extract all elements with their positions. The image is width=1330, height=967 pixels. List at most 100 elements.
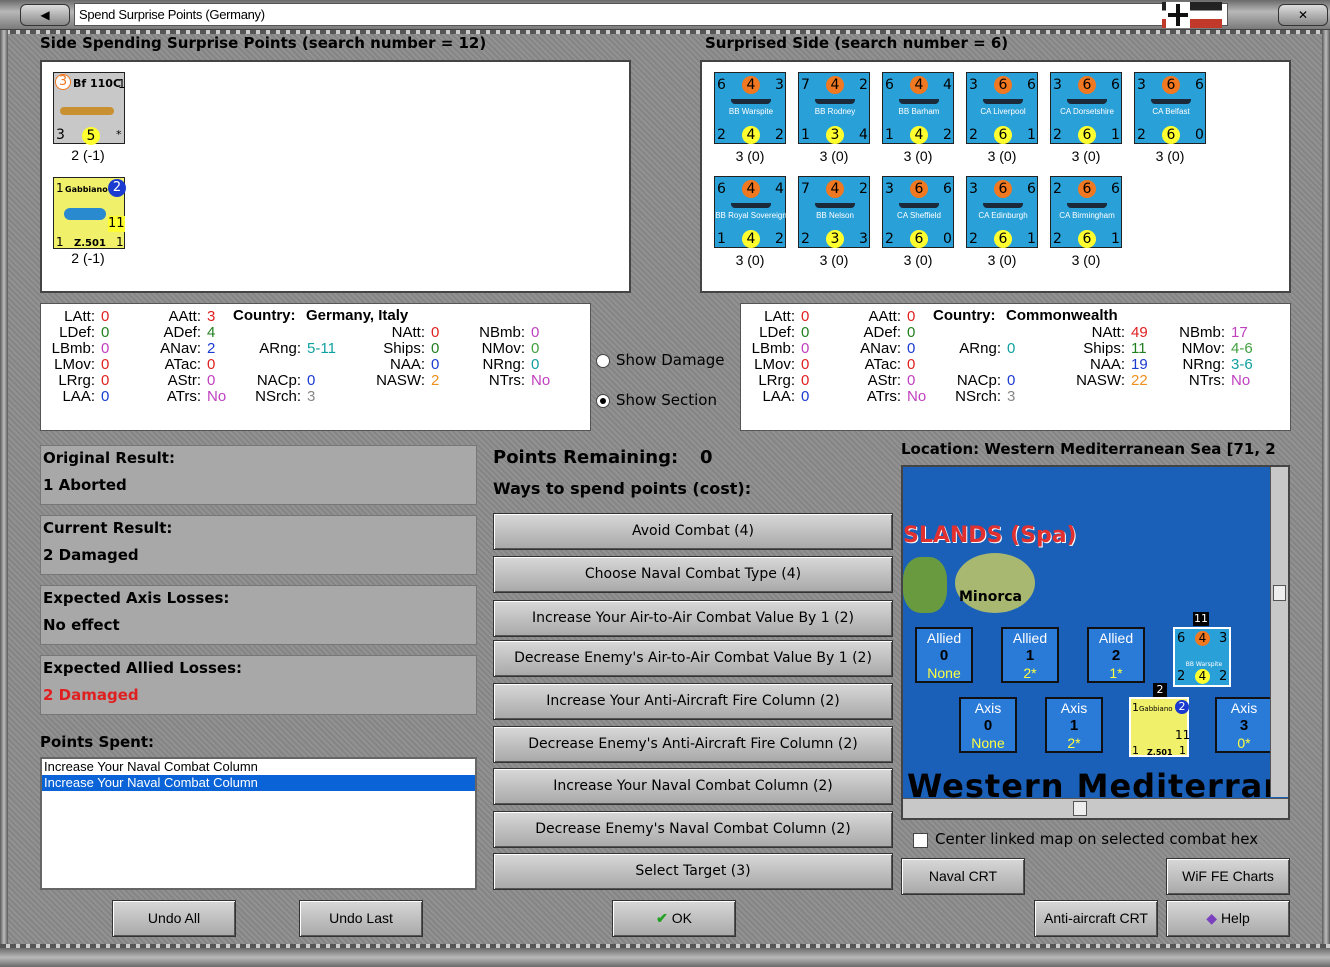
ship-value: 1 bbox=[1027, 127, 1036, 143]
stat-value-nsrch: 3 bbox=[307, 388, 316, 405]
stat-value-arng: 0 bbox=[1007, 340, 1016, 357]
stat-value-atrs: No bbox=[907, 388, 927, 405]
ok-button[interactable]: ✔ OK bbox=[612, 900, 736, 937]
stat-value-naa: 0 bbox=[431, 356, 440, 373]
ship-counter[interactable]: 3 6 6 CA Dorsetshire 2 6 1 bbox=[1050, 72, 1122, 144]
stat-label-lbmb: LBmb: bbox=[751, 340, 795, 357]
allied-combat-box[interactable]: Allied 2 1* bbox=[1087, 627, 1145, 683]
help-button[interactable]: ◆ Help bbox=[1166, 900, 1290, 937]
country-value: Commonwealth bbox=[1006, 307, 1118, 324]
stat-value-anav: 0 bbox=[907, 340, 916, 357]
system-menu-button[interactable]: ◀ bbox=[20, 4, 70, 26]
close-button[interactable]: ✕ bbox=[1278, 4, 1328, 26]
ship-counter[interactable]: 7 4 2 BB Nelson 2 3 3 bbox=[798, 176, 870, 248]
ship-counter[interactable]: 7 4 2 BB Rodney 1 3 4 bbox=[798, 72, 870, 144]
ship-silhouette-icon bbox=[731, 203, 771, 208]
map-ship-counter[interactable]: 6 4 3 BB Warspite 2 4 2 bbox=[1173, 627, 1231, 687]
action-button-1[interactable]: Avoid Combat (4) bbox=[493, 513, 893, 550]
map-vertical-scrollbar[interactable] bbox=[1270, 467, 1288, 797]
ship-value: 2 bbox=[801, 231, 810, 247]
list-item[interactable]: Increase Your Naval Combat Column bbox=[42, 759, 475, 775]
stat-label-nacp: NACp: bbox=[256, 372, 301, 389]
unit-strength: 3 (0) bbox=[1155, 148, 1185, 164]
unit-strength: 2 (-1) bbox=[71, 147, 105, 163]
stat-value-atac: 0 bbox=[207, 356, 216, 373]
anti-aircraft-crt-button[interactable]: Anti-aircraft CRT bbox=[1034, 900, 1158, 937]
enemy-units-panel[interactable]: 6 4 3 BB Warspite 2 4 2 3 (0) 7 4 2 BB Rodney 1 3 4 3 (… bbox=[700, 60, 1291, 293]
stat-value-latt: 0 bbox=[801, 308, 810, 325]
ship-value: 6 bbox=[1111, 77, 1120, 93]
axis-combat-box[interactable]: Axis 3 0* bbox=[1215, 697, 1273, 753]
own-units-panel[interactable]: 3 Bf 110C 1 3 5 * 2 (-1) 1 Gabbiano 2 11… bbox=[40, 60, 631, 293]
wif-fe-charts-button[interactable]: WiF FE Charts bbox=[1166, 858, 1290, 895]
center-map-checkbox[interactable] bbox=[913, 833, 928, 848]
ship-value: 2 bbox=[775, 127, 784, 143]
ship-counter[interactable]: 3 6 6 CA Edinburgh 2 6 1 bbox=[966, 176, 1038, 248]
ship-name: CA Birmingham bbox=[1059, 211, 1115, 220]
show-damage-radio[interactable] bbox=[596, 354, 610, 368]
location-label: Location: Western Mediterranean Sea [71,… bbox=[901, 440, 1276, 458]
ship-counter[interactable]: 3 6 6 CA Belfast 2 6 0 bbox=[1134, 72, 1206, 144]
stat-label-naa: NAA: bbox=[389, 356, 425, 373]
action-button-8[interactable]: Decrease Enemy's Naval Combat Column (2) bbox=[493, 811, 893, 848]
ship-value: 4 bbox=[943, 77, 952, 93]
stat-label-atac: ATac: bbox=[164, 356, 201, 373]
attack-value: 11 bbox=[108, 216, 125, 232]
center-map-label[interactable]: Center linked map on selected combat hex bbox=[935, 830, 1290, 848]
action-button-5[interactable]: Increase Your Anti-Aircraft Fire Column … bbox=[493, 683, 893, 720]
action-button-9[interactable]: Select Target (3) bbox=[493, 853, 893, 890]
ship-attack-circle: 4 bbox=[1195, 631, 1210, 646]
air-value: 1 bbox=[1132, 701, 1139, 714]
allied-combat-box[interactable]: Allied 1 2* bbox=[1001, 627, 1059, 683]
list-item-selected[interactable]: Increase Your Naval Combat Column bbox=[42, 775, 475, 791]
ship-defense-circle: 6 bbox=[910, 230, 928, 248]
map-air-counter[interactable]: 1 Gabbiano 2 11 1 Z.501 1 bbox=[1129, 697, 1190, 757]
naval-crt-button[interactable]: Naval CRT bbox=[901, 858, 1025, 895]
stat-label-astr: AStr: bbox=[167, 372, 201, 389]
undo-all-button[interactable]: Undo All bbox=[112, 900, 236, 937]
map-horizontal-scrollbar[interactable] bbox=[903, 798, 1288, 818]
stat-label-ntrs: NTrs: bbox=[1188, 372, 1225, 389]
unit-counter-bf110[interactable]: 3 Bf 110C 1 3 5 * bbox=[53, 72, 126, 145]
action-button-3[interactable]: Increase Your Air-to-Air Combat Value By… bbox=[493, 600, 893, 637]
points-spent-list[interactable]: Increase Your Naval Combat Column Increa… bbox=[40, 757, 477, 890]
ship-silhouette-icon bbox=[983, 99, 1023, 104]
allied-combat-box[interactable]: Allied 0 None bbox=[915, 627, 973, 683]
unit-strength: 3 (0) bbox=[819, 148, 849, 164]
ship-attack-circle: 6 bbox=[1078, 180, 1096, 198]
action-button-6[interactable]: Decrease Enemy's Anti-Aircraft Fire Colu… bbox=[493, 726, 893, 763]
axis-combat-box[interactable]: Axis 1 2* bbox=[1045, 697, 1103, 753]
action-button-4[interactable]: Decrease Enemy's Air-to-Air Combat Value… bbox=[493, 640, 893, 677]
show-section-label[interactable]: Show Section bbox=[616, 391, 717, 409]
ship-value: 3 bbox=[859, 231, 868, 247]
ship-name: CA Dorsetshire bbox=[1060, 107, 1114, 116]
unit-counter-gabbiano[interactable]: 1 Gabbiano 2 11 1 Z.501 1 bbox=[53, 177, 126, 249]
ship-counter[interactable]: 6 4 4 BB Royal Sovereign 1 4 2 bbox=[714, 176, 787, 248]
scroll-thumb[interactable] bbox=[1073, 801, 1087, 816]
ship-counter[interactable]: 3 6 6 CA Liverpool 2 6 1 bbox=[966, 72, 1038, 144]
ship-counter[interactable]: 6 4 4 BB Barham 1 4 2 bbox=[882, 72, 954, 144]
ship-counter[interactable]: 3 6 6 CA Sheffield 2 6 0 bbox=[882, 176, 954, 248]
side-label: Axis bbox=[1060, 700, 1088, 716]
ship-defense-circle: 4 bbox=[1195, 669, 1210, 684]
undo-last-button[interactable]: Undo Last bbox=[299, 900, 423, 937]
stat-label-nrng: NRng: bbox=[1182, 356, 1225, 373]
ship-counter[interactable]: 6 4 3 BB Warspite 2 4 2 bbox=[714, 72, 786, 144]
unit-flag: * bbox=[116, 128, 122, 141]
linked-map[interactable]: SLANDS (Spa) Minorca Allied 0 None Allied 1 2… bbox=[901, 465, 1290, 820]
stat-value-natt: 49 bbox=[1131, 324, 1148, 341]
action-button-2[interactable]: Choose Naval Combat Type (4) bbox=[493, 556, 893, 593]
ship-value: 6 bbox=[1111, 181, 1120, 197]
show-section-radio[interactable] bbox=[596, 394, 610, 408]
unit-name: Gabbiano bbox=[65, 185, 108, 194]
axis-combat-box[interactable]: Axis 0 None bbox=[959, 697, 1017, 753]
stat-label-nmov: NMov: bbox=[1181, 340, 1225, 357]
stat-value-astr: 0 bbox=[907, 372, 916, 389]
scroll-thumb[interactable] bbox=[1273, 585, 1286, 601]
stat-value-nsrch: 3 bbox=[1007, 388, 1016, 405]
stat-value-lrrg: 0 bbox=[801, 372, 810, 389]
action-button-7[interactable]: Increase Your Naval Combat Column (2) bbox=[493, 768, 893, 805]
stat-label-lbmb: LBmb: bbox=[51, 340, 95, 357]
show-damage-label[interactable]: Show Damage bbox=[616, 351, 725, 369]
ship-counter[interactable]: 2 6 6 CA Birmingham 2 6 1 bbox=[1050, 176, 1122, 248]
